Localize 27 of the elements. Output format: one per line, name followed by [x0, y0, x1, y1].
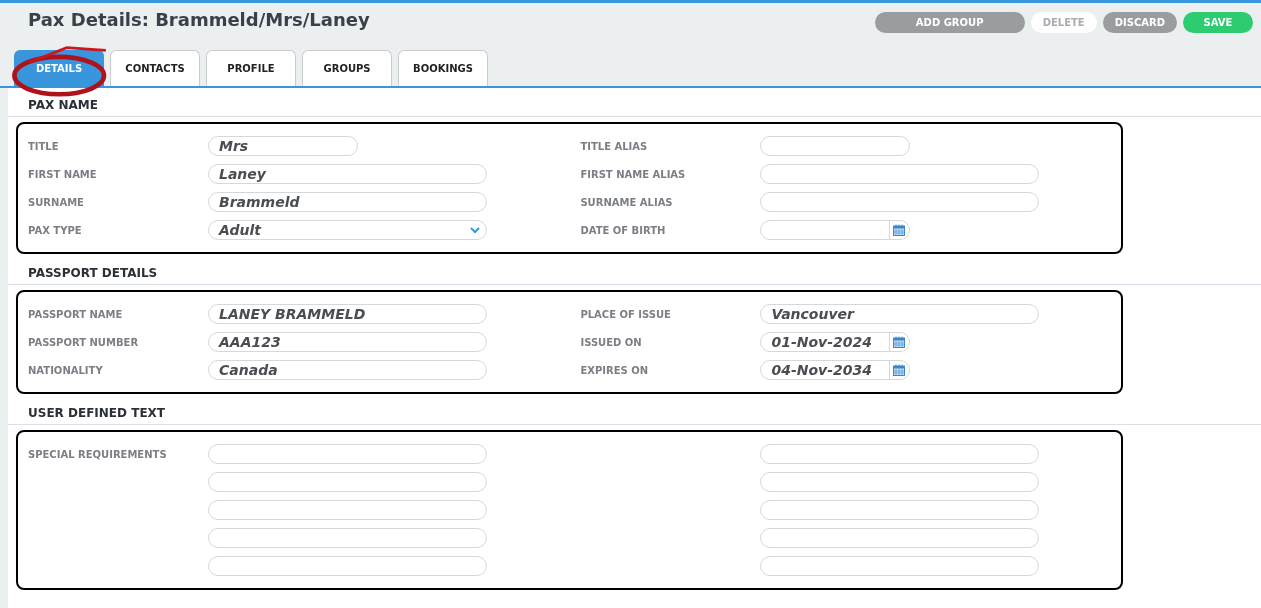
field-label: DATE OF BIRTH [580, 224, 666, 236]
field-label: NATIONALITY [28, 364, 103, 376]
section-heading: PASSPORT DETAILS [8, 266, 1261, 285]
tab[interactable]: CONTACTS [110, 50, 200, 86]
field-label: SURNAME ALIAS [580, 196, 673, 208]
field-label: FIRST NAME [28, 168, 97, 180]
field-label: ISSUED ON [580, 336, 642, 348]
chevron-down-icon [470, 226, 480, 234]
field-label: TITLE ALIAS [580, 140, 648, 152]
field-label: PASSPORT NAME [28, 308, 123, 320]
field-label: FIRST NAME ALIAS [580, 168, 686, 180]
field-label: SURNAME [28, 196, 84, 208]
section-heading: PAX NAME [8, 98, 1261, 117]
field-label: TITLE [28, 140, 59, 152]
field-label: PASSPORT NUMBER [28, 336, 139, 348]
section-heading: USER DEFINED TEXT [8, 406, 1261, 425]
calendar-icon[interactable] [893, 336, 906, 348]
calendar-icon[interactable] [893, 364, 906, 376]
field-label: SPECIAL REQUIREMENTS [28, 448, 167, 460]
tab[interactable]: BOOKINGS [398, 50, 488, 86]
field-label: PLACE OF ISSUE [580, 308, 671, 320]
page-title: Pax Details: Brammeld/Mrs/Laney [28, 9, 370, 31]
tab[interactable]: PROFILE [206, 50, 296, 86]
tab[interactable]: GROUPS [302, 50, 392, 86]
calendar-icon[interactable] [893, 224, 906, 236]
field-label: EXPIRES ON [580, 364, 649, 376]
field-label: PAX TYPE [28, 224, 82, 236]
